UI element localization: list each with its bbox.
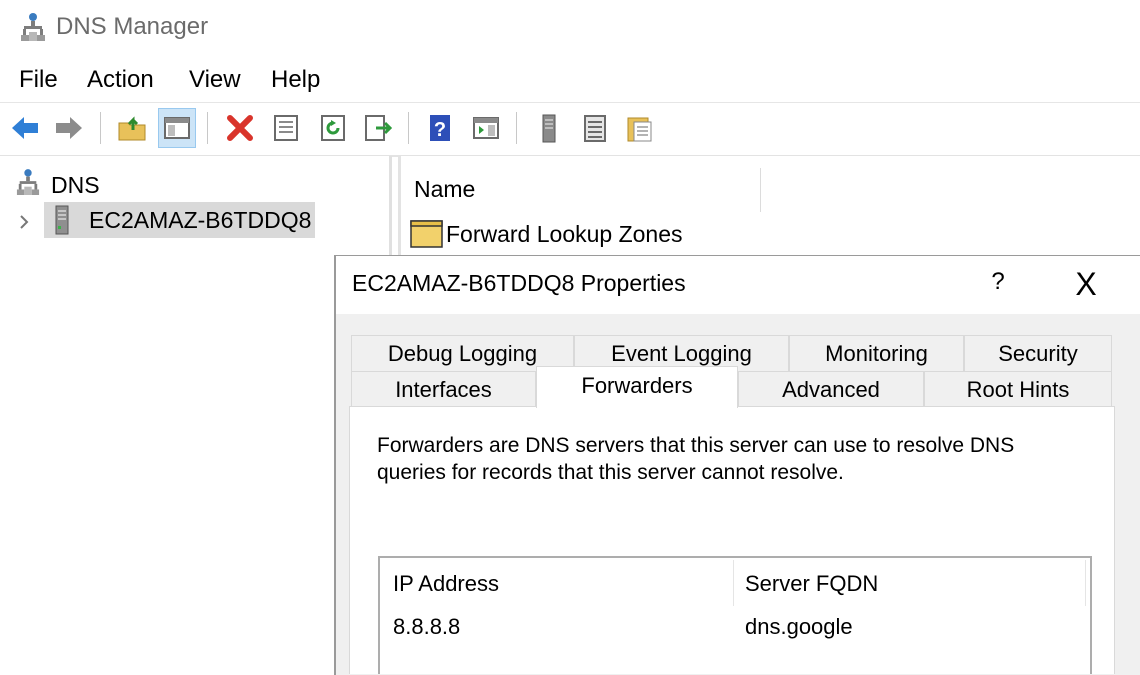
dialog-help-button[interactable]: ? (986, 268, 1010, 300)
tab-forwarders[interactable]: Forwarders (536, 366, 738, 408)
menu-view[interactable]: View (189, 66, 241, 94)
server-icon[interactable] (530, 108, 568, 148)
chevron-right-icon[interactable] (16, 212, 32, 232)
dialog-title: EC2AMAZ-B6TDDQ8 Properties (352, 270, 686, 296)
forwarder-row-fqdn[interactable]: dns.google (745, 614, 853, 640)
dns-manager-app-icon (20, 12, 46, 44)
up-folder-icon[interactable] (113, 108, 151, 148)
show-action-pane-icon[interactable] (467, 108, 505, 148)
forward-icon[interactable] (50, 108, 88, 148)
tree-item-dns[interactable]: DNS (51, 172, 100, 199)
column-divider[interactable] (760, 168, 761, 212)
menu-bar (0, 60, 1140, 102)
tab-monitoring[interactable]: Monitoring (789, 335, 964, 371)
delete-icon[interactable] (221, 108, 259, 148)
properties-icon[interactable] (267, 108, 305, 148)
window-title: DNS Manager (56, 13, 209, 40)
toolbar-separator (207, 112, 208, 144)
column-header-ip-address[interactable]: IP Address (393, 571, 499, 597)
dialog-close-button[interactable]: X (1066, 266, 1106, 302)
dns-root-icon (16, 168, 40, 198)
description-line: Forwarders are DNS servers that this ser… (377, 434, 1015, 457)
column-divider[interactable] (733, 560, 734, 606)
forwarder-row-ip[interactable]: 8.8.8.8 (393, 614, 460, 640)
svg-text:?: ? (434, 119, 446, 141)
toolbar-separator (516, 112, 517, 144)
refresh-icon[interactable] (314, 108, 352, 148)
folder-icon (410, 219, 443, 248)
column-header-name[interactable]: Name (414, 176, 475, 203)
show-hide-tree-icon[interactable] (158, 108, 196, 148)
help-icon[interactable]: ? (421, 108, 459, 148)
list-icon[interactable] (576, 108, 614, 148)
menu-action[interactable]: Action (87, 66, 154, 94)
menu-file[interactable]: File (19, 66, 58, 94)
clipboard-icon[interactable] (620, 108, 658, 148)
toolbar-separator (408, 112, 409, 144)
menu-help[interactable]: Help (271, 66, 320, 94)
toolbar-separator (100, 112, 101, 144)
forwarders-description: Forwarders are DNS servers that this ser… (377, 432, 1077, 486)
tab-security[interactable]: Security (964, 335, 1112, 371)
export-list-icon[interactable] (359, 108, 397, 148)
description-line: queries for records that this server can… (377, 461, 844, 484)
list-item-forward-lookup-zones[interactable]: Forward Lookup Zones (446, 221, 683, 248)
back-icon[interactable] (6, 108, 44, 148)
server-icon (52, 204, 72, 236)
tree-item-server-label: EC2AMAZ-B6TDDQ8 (89, 207, 312, 233)
tab-advanced[interactable]: Advanced (738, 371, 924, 407)
tab-root-hints[interactable]: Root Hints (924, 371, 1112, 407)
tab-interfaces[interactable]: Interfaces (351, 371, 536, 407)
column-divider[interactable] (1085, 560, 1086, 606)
column-header-server-fqdn[interactable]: Server FQDN (745, 571, 878, 597)
